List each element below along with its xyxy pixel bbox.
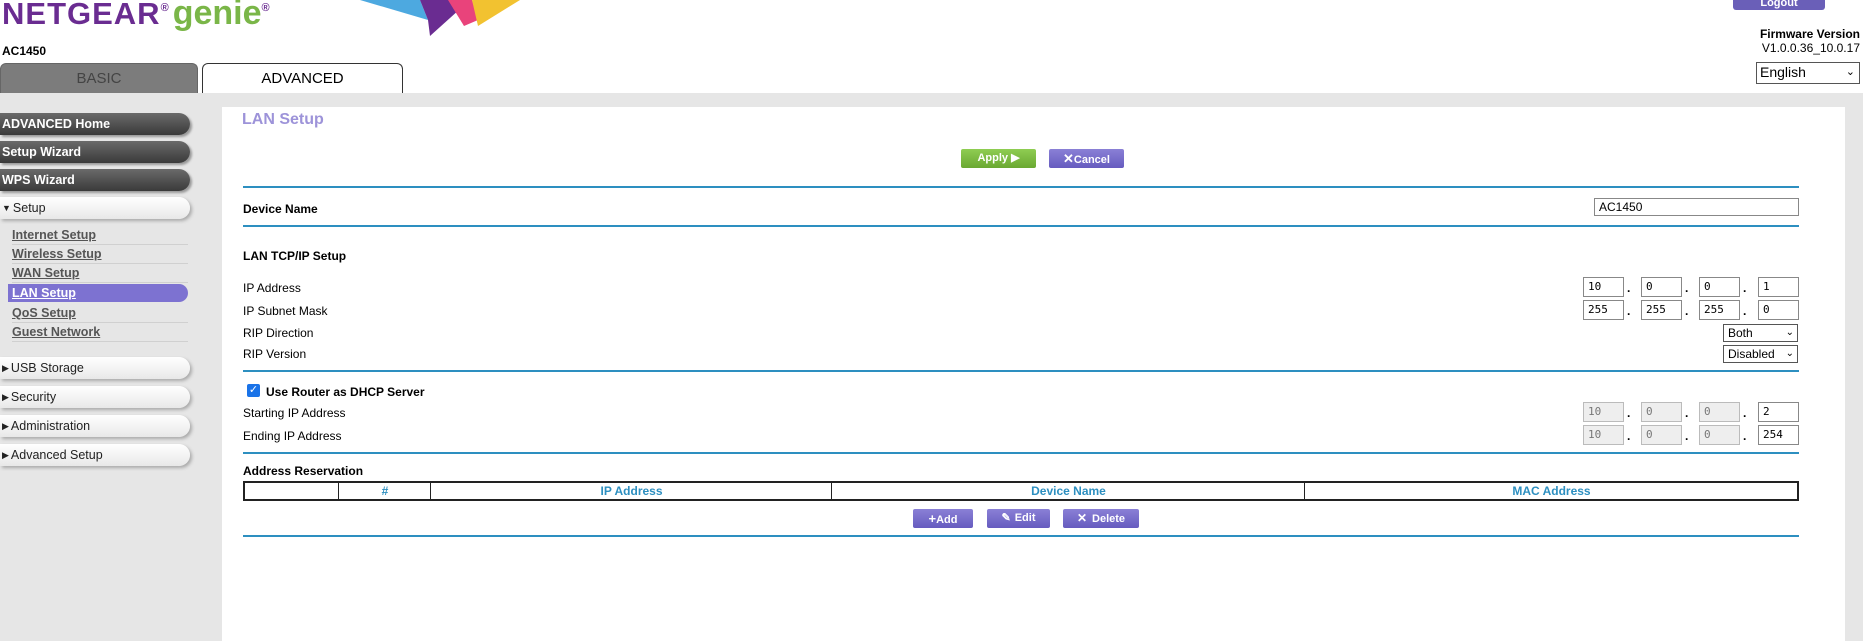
apply-button[interactable]: Apply ▶: [961, 149, 1036, 168]
address-reservation-table: # IP Address Device Name MAC Address: [243, 481, 1799, 501]
start-ip-label: Starting IP Address: [243, 406, 346, 420]
end-ip-octet-1: 10: [1583, 425, 1624, 445]
plus-icon: +: [928, 511, 937, 526]
sidebar-item-wps-wizard[interactable]: WPS Wizard: [0, 169, 190, 191]
ip-address-octet-4[interactable]: 1: [1758, 277, 1799, 297]
close-icon: ✕: [1063, 151, 1074, 166]
sidebar-item-security[interactable]: ▶ Security: [0, 386, 190, 408]
cancel-button[interactable]: ✕Cancel: [1049, 149, 1124, 168]
table-header-device-name: Device Name: [831, 483, 1305, 499]
router-model: AC1450: [2, 44, 47, 58]
pencil-icon: ✎: [1001, 512, 1011, 524]
divider: [243, 535, 1799, 537]
delete-button[interactable]: ✕ Delete: [1063, 509, 1139, 528]
triangle-right-icon: ▶: [2, 421, 9, 431]
divider: [243, 186, 1799, 188]
table-header-ip-address: IP Address: [430, 483, 832, 499]
triangle-right-icon: ▶: [2, 450, 9, 460]
divider: [243, 370, 1799, 372]
page-title: LAN Setup: [242, 111, 324, 128]
sidebar-subitem-internet-setup[interactable]: Internet Setup: [12, 226, 188, 245]
end-ip-octet-3: 0: [1699, 425, 1740, 445]
start-ip-octet-3: 0: [1699, 402, 1740, 422]
logout-button[interactable]: Logout: [1733, 0, 1825, 10]
subnet-octet-2[interactable]: 255: [1641, 300, 1682, 320]
start-ip-octet-4[interactable]: 2: [1758, 402, 1799, 422]
subnet-octet-4[interactable]: 0: [1758, 300, 1799, 320]
brand-netgear: NETGEAR: [2, 0, 161, 31]
sidebar-item-advanced-setup[interactable]: ▶ Advanced Setup: [0, 444, 190, 466]
language-select[interactable]: English ⌄: [1756, 62, 1860, 84]
triangle-down-icon: ▼: [2, 203, 11, 213]
start-ip-octet-1: 10: [1583, 402, 1624, 422]
rip-direction-select[interactable]: Both ⌄: [1723, 324, 1798, 342]
end-ip-octet-2: 0: [1641, 425, 1682, 445]
ip-address-label: IP Address: [243, 281, 301, 295]
dhcp-checkbox[interactable]: ✓: [247, 384, 260, 397]
lan-tcpip-heading: LAN TCP/IP Setup: [243, 249, 347, 263]
ip-address-octet-1[interactable]: 10: [1583, 277, 1624, 297]
end-ip-label: Ending IP Address: [243, 429, 342, 443]
chevron-down-icon: ⌄: [1785, 327, 1794, 338]
ip-address-octet-2[interactable]: 0: [1641, 277, 1682, 297]
tab-divider: [0, 93, 1863, 107]
sidebar-subitem-wireless-setup[interactable]: Wireless Setup: [12, 245, 188, 264]
sidebar-item-administration[interactable]: ▶ Administration: [0, 415, 190, 437]
close-icon: ✕: [1076, 511, 1088, 525]
sidebar-subitem-qos-setup[interactable]: QoS Setup: [12, 304, 188, 323]
chevron-down-icon: ⌄: [1785, 348, 1794, 359]
genie-graphic-icon: [360, 0, 520, 36]
table-header-number: #: [338, 483, 431, 499]
brand-genie: genie: [172, 0, 262, 32]
subnet-mask-label: IP Subnet Mask: [243, 304, 328, 318]
chevron-down-icon: ⌄: [1845, 66, 1855, 78]
tab-basic[interactable]: BASIC: [0, 63, 198, 94]
right-border: [1845, 107, 1863, 641]
subnet-octet-1[interactable]: 255: [1583, 300, 1624, 320]
divider: [243, 225, 1799, 227]
sidebar-item-usb-storage[interactable]: ▶ USB Storage: [0, 357, 190, 379]
table-header-select: [245, 483, 338, 499]
tab-advanced[interactable]: ADVANCED: [202, 63, 403, 94]
netgear-genie-logo: NETGEAR® genie®: [2, 0, 270, 33]
subnet-octet-3[interactable]: 255: [1699, 300, 1740, 320]
sidebar-item-setup-wizard[interactable]: Setup Wizard: [0, 141, 190, 163]
ip-address-octet-3[interactable]: 0: [1699, 277, 1740, 297]
divider: [243, 452, 1799, 454]
add-button[interactable]: +Add: [913, 509, 973, 528]
firmware-label: Firmware Version: [1759, 27, 1860, 41]
rip-direction-label: RIP Direction: [243, 326, 314, 340]
device-name-input[interactable]: [1594, 198, 1799, 216]
sidebar-subitem-wan-setup[interactable]: WAN Setup: [12, 264, 188, 283]
sidebar-item-setup[interactable]: ▼ Setup: [0, 197, 190, 219]
address-reservation-heading: Address Reservation: [243, 464, 364, 478]
device-name-label: Device Name: [243, 202, 318, 216]
sidebar-item-advanced-home[interactable]: ADVANCED Home: [0, 113, 190, 135]
sidebar-subitem-lan-setup[interactable]: LAN Setup: [8, 284, 188, 302]
start-ip-octet-2: 0: [1641, 402, 1682, 422]
rip-version-label: RIP Version: [243, 347, 307, 361]
firmware-version: V1.0.0.36_10.0.17: [1761, 41, 1860, 55]
sidebar-subitem-guest-network[interactable]: Guest Network: [12, 323, 188, 342]
rip-version-select[interactable]: Disabled ⌄: [1723, 345, 1798, 363]
end-ip-octet-4[interactable]: 254: [1758, 425, 1799, 445]
triangle-right-icon: ▶: [2, 363, 9, 373]
edit-button[interactable]: ✎ Edit: [987, 509, 1050, 528]
table-header-mac-address: MAC Address: [1304, 483, 1798, 499]
dhcp-label: Use Router as DHCP Server: [266, 385, 425, 399]
triangle-right-icon: ▶: [2, 392, 9, 402]
language-value: English: [1760, 64, 1806, 80]
